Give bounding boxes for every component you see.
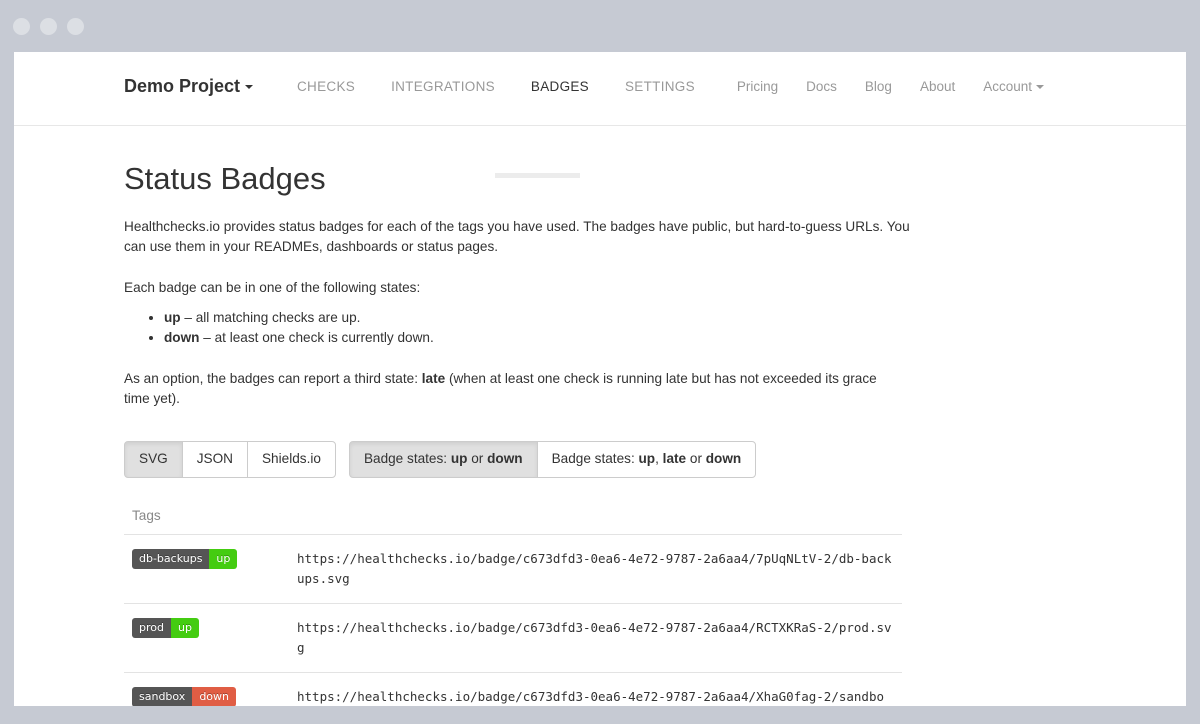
state-name-up: up xyxy=(164,310,181,326)
nav-item-blog[interactable]: Blog xyxy=(851,79,906,94)
states-button-up-down[interactable]: Badge states: up or down xyxy=(348,441,538,479)
state-name-late: late xyxy=(421,371,446,387)
top-navbar: Demo Project CHECKS INTEGRATIONS BADGES … xyxy=(14,52,1186,178)
badge-controls: SVG JSON Shields.io Badge states: up or … xyxy=(124,441,1076,479)
states-button-sep-2: or xyxy=(686,451,706,467)
main-content: Status Badges Healthchecks.io provides s… xyxy=(14,126,1186,706)
nav-item-settings[interactable]: SETTINGS xyxy=(607,79,713,94)
format-button-json[interactable]: JSON xyxy=(181,441,248,479)
list-item: down – at least one check is currently d… xyxy=(164,328,1076,348)
states-button-state-2: late xyxy=(662,451,687,467)
state-name-down: down xyxy=(164,330,200,346)
format-button-svg[interactable]: SVG xyxy=(124,441,183,479)
window-close-dot[interactable] xyxy=(13,18,30,35)
badge-state-label: up xyxy=(170,618,199,639)
format-button-group: SVG JSON Shields.io xyxy=(124,441,336,479)
badge-url[interactable]: https://healthchecks.io/badge/c673dfd3-0… xyxy=(289,603,902,674)
late-text-before: As an option, the badges can report a th… xyxy=(124,371,422,387)
site-nav: Pricing Docs Blog About Account xyxy=(723,52,1058,125)
badge-state-label: down xyxy=(192,687,236,706)
nav-item-pricing[interactable]: Pricing xyxy=(723,79,792,94)
badge-tag-label: sandbox xyxy=(132,687,193,706)
project-nav: CHECKS INTEGRATIONS BADGES SETTINGS xyxy=(279,52,713,125)
page-title: Status Badges xyxy=(124,161,326,196)
states-button-state-1: up xyxy=(450,451,468,467)
nav-item-about[interactable]: About xyxy=(906,79,969,94)
status-badge[interactable]: sandbox down xyxy=(132,687,236,706)
nav-item-account[interactable]: Account xyxy=(969,79,1058,94)
list-item: up – all matching checks are up. xyxy=(164,308,1076,328)
states-lead-paragraph: Each badge can be in one of the followin… xyxy=(124,280,421,296)
nav-item-badges[interactable]: BADGES xyxy=(513,79,607,94)
badge-state-label: up xyxy=(209,549,238,570)
window-maximize-dot[interactable] xyxy=(67,18,84,35)
badges-table: Tags db-backups up https://healthchecks.i… xyxy=(124,508,902,706)
badge-tag-label: prod xyxy=(132,618,171,639)
states-button-prefix: Badge states: xyxy=(363,451,451,467)
window-minimize-dot[interactable] xyxy=(40,18,57,35)
column-header-url xyxy=(289,508,902,536)
project-brand-dropdown[interactable]: Demo Project xyxy=(124,76,254,97)
account-label: Account xyxy=(983,79,1032,94)
table-header-row: Tags xyxy=(124,508,902,536)
table-row: db-backups up https://healthchecks.io/bad… xyxy=(124,534,902,605)
states-button-sep-1: or xyxy=(467,451,488,467)
nav-item-integrations[interactable]: INTEGRATIONS xyxy=(373,79,513,94)
badge-url[interactable]: https://healthchecks.io/badge/c673dfd3-0… xyxy=(289,673,902,706)
badge-cell: sandbox down xyxy=(124,673,289,706)
status-badge[interactable]: prod up xyxy=(132,618,199,639)
late-state-paragraph: As an option, the badges can report a th… xyxy=(124,369,904,409)
states-button-up-late-down[interactable]: Badge states: up, late or down xyxy=(536,441,757,479)
chevron-down-icon xyxy=(245,85,254,90)
project-brand-label: Demo Project xyxy=(124,76,241,96)
states-button-state-3: down xyxy=(705,451,742,467)
format-button-shields[interactable]: Shields.io xyxy=(246,441,336,479)
intro-paragraph: Healthchecks.io provides status badges f… xyxy=(124,219,910,255)
badges-table-head: Tags xyxy=(124,508,902,536)
status-badge[interactable]: db-backups up xyxy=(132,549,238,570)
table-row: sandbox down https://healthchecks.io/badg… xyxy=(124,673,902,706)
browser-window-chrome xyxy=(0,0,1200,52)
states-button-state-2: down xyxy=(487,451,523,467)
states-button-state-1: up xyxy=(638,451,656,467)
chevron-down-icon xyxy=(1036,85,1044,90)
badge-tag-label: db-backups xyxy=(132,549,210,570)
table-row: prod up https://healthchecks.io/badge/c67… xyxy=(124,603,902,674)
badge-states-button-group: Badge states: up or down Badge states: u… xyxy=(348,441,757,479)
column-header-tags: Tags xyxy=(124,508,289,536)
badge-cell: prod up xyxy=(124,603,289,674)
states-button-prefix: Badge states: xyxy=(551,451,639,467)
nav-item-checks[interactable]: CHECKS xyxy=(279,79,373,94)
page-viewport: Demo Project CHECKS INTEGRATIONS BADGES … xyxy=(14,52,1186,706)
nav-item-docs[interactable]: Docs xyxy=(792,79,851,94)
state-description-up: – all matching checks are up. xyxy=(180,310,361,326)
states-button-sep-1: , xyxy=(655,451,663,467)
badge-states-list: up – all matching checks are up. down – … xyxy=(124,308,1076,348)
badge-url[interactable]: https://healthchecks.io/badge/c673dfd3-0… xyxy=(289,534,902,605)
badge-cell: db-backups up xyxy=(124,534,289,605)
state-description-down: – at least one check is currently down. xyxy=(199,330,434,346)
badges-table-body: db-backups up https://healthchecks.io/bad… xyxy=(124,534,902,706)
